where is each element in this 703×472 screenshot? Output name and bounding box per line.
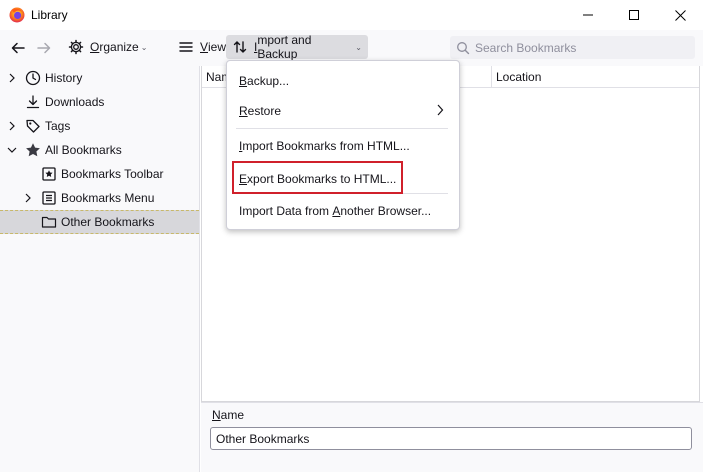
gear-icon: [68, 39, 84, 55]
title-bar: Library: [0, 0, 703, 30]
sidebar-item-label: Bookmarks Toolbar: [61, 167, 164, 181]
import-backup-label: mport and Backup: [257, 33, 312, 61]
sidebar-item-tags[interactable]: Tags: [6, 114, 198, 138]
star-icon: [25, 142, 41, 158]
close-button[interactable]: [657, 0, 703, 30]
sidebar-item-bookmarks-menu[interactable]: Bookmarks Menu: [22, 186, 198, 210]
arrow-right-icon: [37, 42, 51, 54]
organize-label-accesskey: O: [90, 40, 100, 54]
menu-item-backup[interactable]: Backup...: [228, 69, 458, 93]
sidebar-item-label: Other Bookmarks: [61, 215, 155, 229]
chevron-down-icon: ⌄: [140, 42, 148, 52]
search-bookmarks-input[interactable]: Search Bookmarks: [450, 36, 695, 59]
firefox-icon: [9, 7, 25, 23]
sidebar-item-label: Bookmarks Menu: [61, 191, 155, 205]
name-label: ame: [220, 408, 245, 422]
sidebar-item-label: Tags: [45, 119, 71, 133]
menu-accesskey: R: [239, 104, 248, 118]
import-export-arrows-icon: [232, 39, 248, 55]
menu-accesskey: A: [332, 204, 341, 218]
menu-item-import-other-browser[interactable]: Import Data from Another Browser...: [228, 199, 458, 223]
maximize-icon: [629, 10, 639, 20]
forward-button[interactable]: [32, 36, 56, 60]
window-title: Library: [31, 8, 68, 22]
folder-icon: [41, 214, 57, 230]
chevron-right-icon: [436, 104, 444, 116]
list-icon: [178, 39, 194, 55]
menu-item-label: nother Browser...: [340, 204, 432, 218]
column-header-location[interactable]: Location: [496, 70, 541, 84]
download-icon: [25, 94, 41, 110]
organize-label: rganize: [99, 40, 139, 54]
menu-accesskey: B: [239, 74, 248, 88]
sidebar-item-other-bookmarks[interactable]: Other Bookmarks: [0, 210, 199, 234]
minimize-icon: [583, 14, 593, 16]
import-backup-menu: Backup... Restore Import Bookmarks from …: [226, 60, 460, 230]
views-label-accesskey: V: [200, 40, 209, 54]
search-icon: [456, 41, 470, 55]
minimize-button[interactable]: [565, 0, 611, 30]
sidebar-tree: History Downloads Tags All Bookmarks Boo…: [0, 66, 200, 472]
tag-icon: [25, 118, 41, 134]
sidebar-item-bookmarks-toolbar[interactable]: Bookmarks Toolbar: [22, 162, 198, 186]
menu-item-label: estore: [247, 104, 282, 118]
chevron-down-icon[interactable]: [6, 146, 18, 154]
menu-item-import-html[interactable]: Import Bookmarks from HTML...: [228, 134, 458, 158]
column-divider[interactable]: [491, 66, 492, 88]
bookmarks-toolbar-icon: [41, 166, 57, 182]
sidebar-item-downloads[interactable]: Downloads: [6, 90, 198, 114]
details-pane: Name: [201, 402, 703, 472]
back-button[interactable]: [6, 36, 30, 60]
chevron-right-icon[interactable]: [6, 121, 18, 131]
clock-icon: [25, 70, 41, 86]
chevron-right-icon[interactable]: [6, 73, 18, 83]
name-field-label: Name: [212, 408, 244, 422]
bookmarks-menu-icon: [41, 190, 57, 206]
menu-item-label: mport Bookmarks from HTML...: [242, 139, 410, 153]
sidebar-item-history[interactable]: History: [6, 66, 198, 90]
arrow-left-icon: [11, 42, 25, 54]
sidebar-item-label: History: [45, 71, 83, 85]
chevron-right-icon[interactable]: [22, 193, 34, 203]
name-label-accesskey: N: [212, 408, 221, 422]
highlight-annotation-box: [232, 161, 403, 194]
sidebar-item-label: Downloads: [45, 95, 105, 109]
search-placeholder: Search Bookmarks: [475, 40, 577, 55]
name-field[interactable]: [210, 427, 692, 450]
chevron-down-icon: ⌄: [355, 42, 362, 52]
maximize-button[interactable]: [611, 0, 657, 30]
import-and-backup-button[interactable]: Import and Backup ⌄: [226, 33, 368, 61]
menu-separator: [236, 128, 448, 129]
sidebar-item-label: All Bookmarks: [45, 143, 122, 157]
organize-button[interactable]: Organize ⌄: [64, 35, 151, 59]
sidebar-item-all-bookmarks[interactable]: All Bookmarks: [6, 138, 198, 162]
menu-item-label: ackup...: [247, 74, 290, 88]
menu-item-label-prefix: Import Data from: [239, 204, 333, 218]
menu-item-restore[interactable]: Restore: [228, 99, 458, 123]
close-icon: [674, 9, 686, 21]
